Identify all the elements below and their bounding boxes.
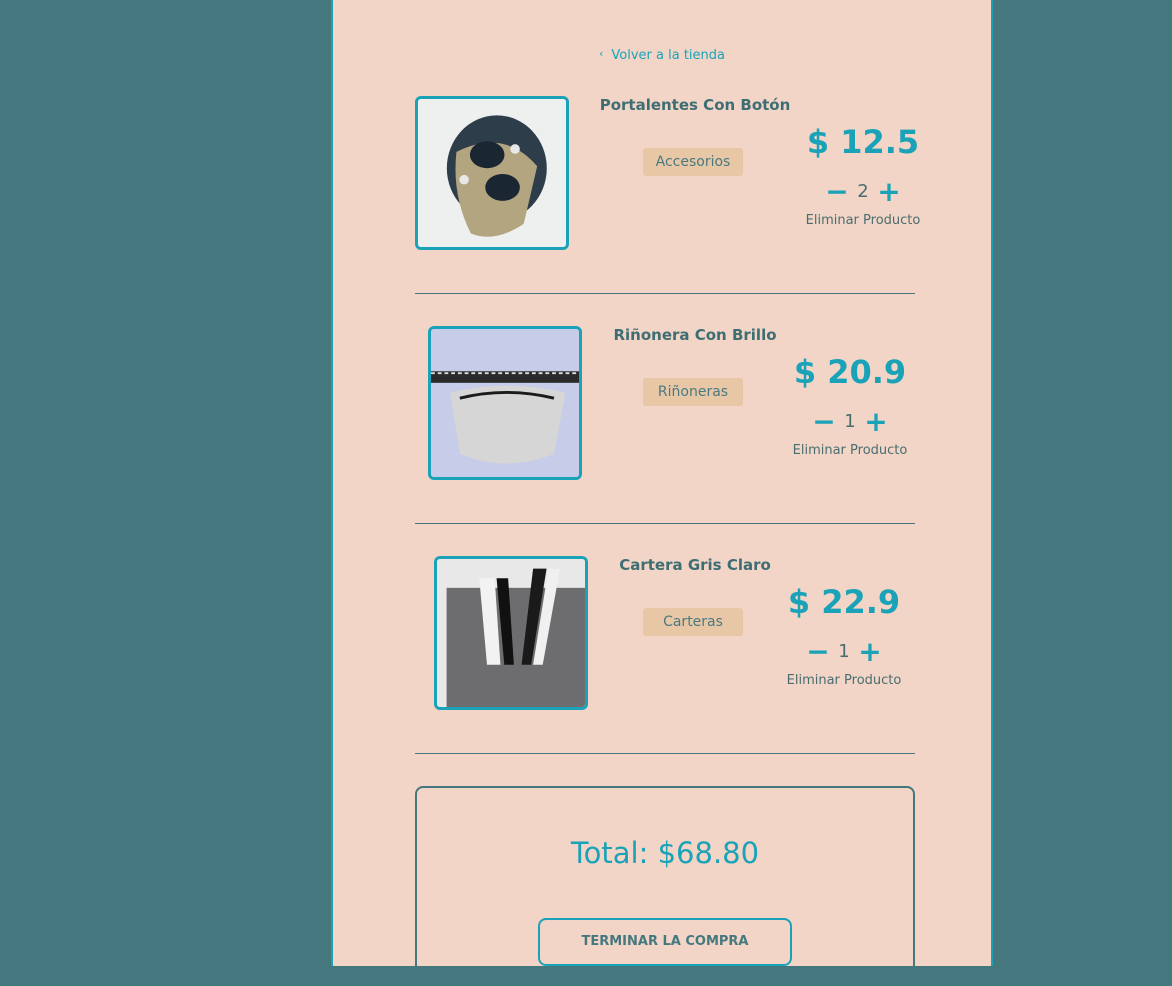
cart-item: Portalentes Con Botón Accesorios $ 12.5 … bbox=[415, 96, 920, 326]
checkout-button[interactable]: TERMINAR LA COMPRA bbox=[538, 918, 792, 966]
gray-handbag-image bbox=[437, 559, 585, 707]
product-name: Portalentes Con Botón bbox=[599, 96, 791, 114]
product-image[interactable] bbox=[415, 96, 569, 250]
category-badge: Accesorios bbox=[643, 148, 743, 176]
quantity-value: 1 bbox=[838, 641, 850, 662]
quantity-value: 1 bbox=[844, 411, 856, 432]
product-price: $ 22.9 bbox=[787, 583, 901, 621]
quantity-value: 2 bbox=[857, 181, 869, 202]
cart-item: Cartera Gris Claro Carteras $ 22.9 −1 + E… bbox=[415, 556, 915, 786]
item-divider bbox=[415, 523, 915, 524]
cart-item: Riñonera Con Brillo Riñoneras $ 20.9 −1 +… bbox=[415, 326, 915, 556]
back-to-store-link[interactable]: ‹ Volver a la tienda bbox=[333, 47, 991, 63]
item-divider bbox=[415, 293, 915, 294]
quantity-stepper: −2 + bbox=[793, 178, 933, 206]
category-badge: Carteras bbox=[643, 608, 743, 636]
increase-button[interactable]: + bbox=[864, 408, 888, 436]
increase-button[interactable]: + bbox=[858, 638, 882, 666]
order-summary: Total: $68.80 TERMINAR LA COMPRA bbox=[415, 786, 915, 986]
decrease-button[interactable]: − bbox=[806, 638, 830, 666]
glasses-case-image bbox=[418, 99, 566, 247]
product-price: $ 12.5 bbox=[806, 123, 920, 161]
item-divider bbox=[415, 753, 915, 754]
remove-product-button[interactable]: Eliminar Producto bbox=[780, 443, 920, 458]
decrease-button[interactable]: − bbox=[825, 178, 849, 206]
remove-product-button[interactable]: Eliminar Producto bbox=[774, 673, 914, 688]
cart-panel: ‹ Volver a la tienda Portalentes Con Botó… bbox=[331, 0, 993, 986]
quantity-stepper: −1 + bbox=[774, 638, 914, 666]
category-badge: Riñoneras bbox=[643, 378, 743, 406]
product-image[interactable] bbox=[434, 556, 588, 710]
product-name: Riñonera Con Brillo bbox=[613, 326, 777, 344]
remove-product-button[interactable]: Eliminar Producto bbox=[793, 213, 933, 228]
back-link-label: Volver a la tienda bbox=[611, 48, 725, 63]
increase-button[interactable]: + bbox=[877, 178, 901, 206]
product-image[interactable] bbox=[428, 326, 582, 480]
product-price: $ 20.9 bbox=[793, 353, 907, 391]
quantity-stepper: −1 + bbox=[780, 408, 920, 436]
product-name: Cartera Gris Claro bbox=[619, 556, 771, 574]
decrease-button[interactable]: − bbox=[812, 408, 836, 436]
order-total: Total: $68.80 bbox=[570, 836, 760, 870]
fanny-pack-image bbox=[431, 329, 579, 477]
chevron-left-icon: ‹ bbox=[599, 47, 604, 60]
